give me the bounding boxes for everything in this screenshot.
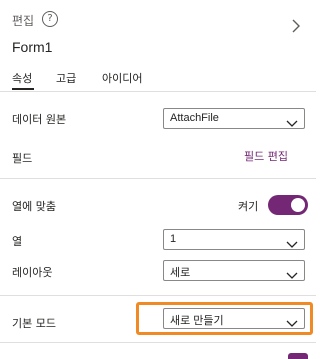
chevron-down-icon <box>286 314 298 327</box>
edit-fields-link[interactable]: 필드 편집 <box>244 148 288 164</box>
data-source-label: 데이터 원본 <box>12 113 67 126</box>
columns-select[interactable]: 1 <box>163 229 305 250</box>
layout-label: 레이아웃 <box>12 266 53 279</box>
divider <box>0 91 316 92</box>
data-source-value: AttachFile <box>170 112 219 124</box>
default-mode-label: 기본 모드 <box>12 317 56 330</box>
chevron-down-icon <box>286 114 298 127</box>
snap-to-columns-toggle[interactable] <box>268 195 308 215</box>
fields-label: 필드 <box>12 152 33 165</box>
layout-select[interactable]: 세로 <box>163 260 305 281</box>
layout-value: 세로 <box>170 267 191 279</box>
divider <box>0 295 316 296</box>
toggle-state-label: 켜기 <box>238 200 259 213</box>
columns-label: 열 <box>12 235 23 248</box>
tab-properties[interactable]: 속성 <box>12 70 32 86</box>
toggle-knob <box>291 198 305 212</box>
default-mode-select[interactable]: 새로 만들기 <box>163 308 305 329</box>
divider <box>0 178 316 179</box>
form-name: Form1 <box>12 39 53 55</box>
tab-ideas[interactable]: 아이디어 <box>102 70 142 86</box>
snap-to-columns-label: 열에 맞춤 <box>12 200 56 213</box>
partial-toggle[interactable] <box>288 353 308 359</box>
chevron-down-icon <box>286 235 298 248</box>
default-mode-value: 새로 만들기 <box>170 315 224 327</box>
divider <box>0 342 316 343</box>
tab-advanced[interactable]: 고급 <box>56 70 76 86</box>
data-source-select[interactable]: AttachFile <box>163 108 305 129</box>
help-icon[interactable]: ? <box>42 11 58 27</box>
chevron-down-icon <box>286 266 298 279</box>
columns-value: 1 <box>170 233 177 245</box>
active-tab-indicator <box>12 88 34 90</box>
chevron-right-icon[interactable] <box>288 14 304 38</box>
panel-title: 편집 <box>12 14 35 28</box>
